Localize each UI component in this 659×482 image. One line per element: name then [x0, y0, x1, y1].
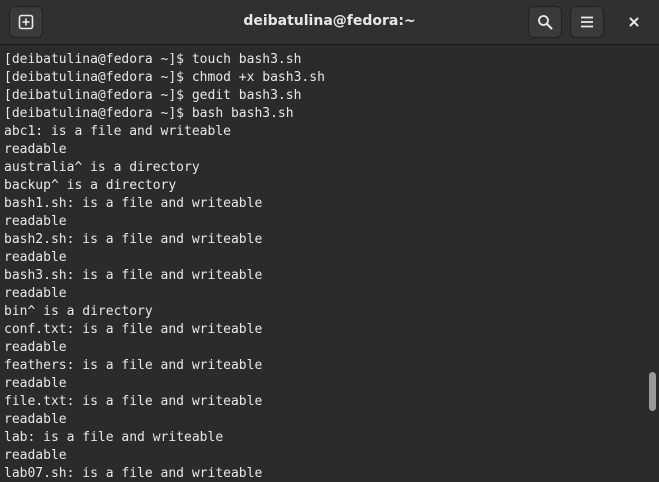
terminal-line: bash1.sh: is a file and writeable [4, 196, 263, 211]
terminal-line: readable [4, 412, 67, 427]
terminal-line: backup^ is a directory [4, 178, 177, 193]
hamburger-menu-icon [581, 16, 593, 28]
terminal-line: lab07.sh: is a file and writeable [4, 466, 263, 481]
terminal-line: [deibatulina@fedora ~]$ touch bash3.sh [4, 52, 302, 67]
terminal-line: readable [4, 340, 67, 355]
terminal-line: bash3.sh: is a file and writeable [4, 268, 263, 283]
vertical-scrollbar[interactable] [646, 45, 659, 482]
terminal-output[interactable]: [deibatulina@fedora ~]$ touch bash3.sh [… [0, 45, 646, 482]
terminal-line: readable [4, 376, 67, 391]
terminal-line: feathers: is a file and writeable [4, 358, 263, 373]
terminal-line: readable [4, 448, 67, 463]
scrollbar-thumb[interactable] [649, 372, 656, 411]
terminal-line: bin^ is a directory [4, 304, 153, 319]
terminal-line: readable [4, 142, 67, 157]
terminal-line: readable [4, 286, 67, 301]
terminal-line: bash2.sh: is a file and writeable [4, 232, 263, 247]
menu-button[interactable] [570, 6, 604, 38]
search-button[interactable] [528, 6, 562, 38]
title-bar[interactable]: deibatulina@fedora:~ [0, 0, 659, 45]
close-icon [629, 17, 639, 27]
terminal-line: file.txt: is a file and writeable [4, 394, 263, 409]
new-tab-icon [18, 14, 34, 30]
terminal-line: readable [4, 214, 67, 229]
search-icon [538, 15, 553, 30]
terminal-line: australia^ is a directory [4, 160, 200, 175]
new-tab-button[interactable] [9, 6, 43, 38]
terminal-line: [deibatulina@fedora ~]$ gedit bash3.sh [4, 88, 302, 103]
terminal-line: [deibatulina@fedora ~]$ chmod +x bash3.s… [4, 70, 325, 85]
close-button[interactable] [618, 6, 650, 38]
terminal-line: readable [4, 250, 67, 265]
terminal-line: conf.txt: is a file and writeable [4, 322, 263, 337]
terminal-line: lab: is a file and writeable [4, 430, 224, 445]
terminal-line: [deibatulina@fedora ~]$ bash bash3.sh [4, 106, 294, 121]
terminal-line: abc1: is a file and writeable [4, 124, 231, 139]
terminal-window: deibatulina@fedora:~ [deibatulina@fedora… [0, 0, 659, 482]
